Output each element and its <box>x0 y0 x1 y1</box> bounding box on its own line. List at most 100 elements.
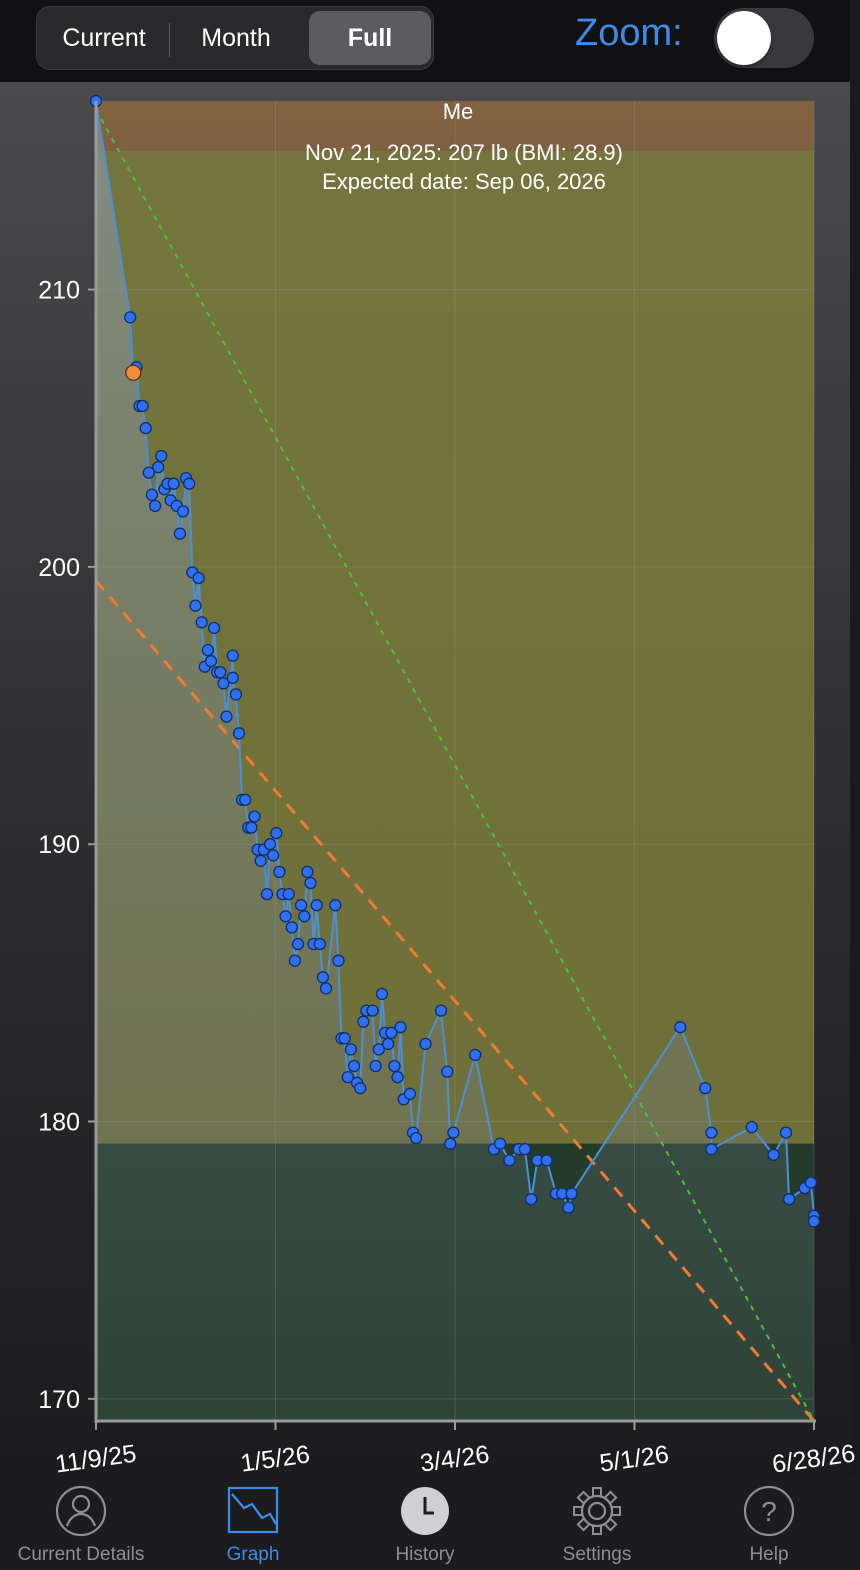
data-point <box>279 910 292 923</box>
data-point <box>273 865 286 879</box>
y-tick-label: 190 <box>38 831 80 859</box>
data-point <box>394 1021 407 1034</box>
data-point <box>207 621 221 635</box>
data-point <box>155 449 168 463</box>
data-point <box>304 876 317 890</box>
data-point <box>382 1037 395 1051</box>
tab-settings[interactable]: Settings <box>522 1476 672 1570</box>
y-tick-label: 200 <box>38 554 80 582</box>
data-point <box>139 422 152 435</box>
x-tick-label: 5/1/26 <box>598 1440 671 1476</box>
data-point <box>183 477 196 490</box>
data-point <box>288 954 302 967</box>
data-point <box>525 1193 538 1206</box>
data-point <box>338 1032 351 1045</box>
data-point <box>329 899 342 912</box>
y-tick-label: 210 <box>38 277 80 305</box>
data-point <box>357 1015 370 1028</box>
y-tick-label: 170 <box>38 1386 80 1414</box>
tab-label: Help <box>749 1544 789 1565</box>
data-point <box>347 1059 361 1073</box>
data-point <box>409 1131 423 1145</box>
data-point <box>332 954 345 967</box>
clock-icon <box>401 1487 449 1535</box>
data-point <box>503 1154 516 1167</box>
weight-chart[interactable]: Me Nov 21, 2025: 207 lb (BMI: 28.9) Expe… <box>0 0 860 1476</box>
chart-title: Me <box>443 99 474 124</box>
y-tick-labels: 170 180 190 200 210 <box>38 277 80 1414</box>
data-point <box>204 655 218 668</box>
data-point <box>239 793 252 806</box>
data-point <box>518 1143 532 1156</box>
tab-bar: Current Details Graph History Settings ?… <box>0 1476 860 1570</box>
data-point <box>254 854 267 867</box>
data-point <box>148 499 162 513</box>
x-tick-label: 1/5/26 <box>239 1440 312 1476</box>
data-point <box>434 1004 448 1017</box>
x-tick-labels: 11/9/25 1/5/26 3/4/26 5/1/26 6/28/26 <box>53 1439 857 1476</box>
data-point <box>220 710 233 723</box>
data-point <box>214 666 227 679</box>
data-point <box>167 477 180 490</box>
data-point <box>745 1120 758 1134</box>
data-point <box>232 727 246 740</box>
data-point <box>291 937 305 951</box>
gear-icon <box>573 1487 621 1535</box>
data-point <box>301 865 314 879</box>
data-point <box>388 1059 401 1073</box>
data-point <box>173 527 187 540</box>
tab-label: Current Details <box>17 1544 145 1565</box>
tab-history[interactable]: History <box>350 1476 500 1570</box>
data-point <box>705 1143 718 1156</box>
data-point <box>282 887 295 901</box>
data-point <box>192 571 205 585</box>
data-point <box>310 899 323 912</box>
data-point <box>403 1087 417 1100</box>
data-point <box>195 616 208 629</box>
annotation-line-1: Nov 21, 2025: 207 lb (BMI: 28.9) <box>305 140 623 165</box>
graph-icon <box>227 1486 279 1534</box>
data-point <box>267 849 280 862</box>
tab-current-details[interactable]: Current Details <box>0 1476 162 1570</box>
data-point <box>260 887 274 901</box>
data-point <box>782 1193 796 1206</box>
data-point <box>441 1065 454 1078</box>
data-point <box>124 311 137 324</box>
person-icon <box>55 1485 107 1537</box>
data-point <box>804 1176 818 1189</box>
tab-label: Graph <box>226 1544 280 1565</box>
data-point <box>245 821 258 834</box>
data-point <box>565 1187 578 1200</box>
help-icon: ? <box>743 1485 795 1537</box>
x-tick-label: 3/4/26 <box>418 1440 491 1476</box>
tab-graph[interactable]: Graph <box>178 1476 328 1570</box>
data-point <box>152 460 165 474</box>
data-point <box>189 599 202 612</box>
x-tick-label: 11/9/25 <box>53 1439 138 1476</box>
data-point <box>354 1082 367 1095</box>
data-point <box>285 921 298 934</box>
data-point <box>375 987 389 1001</box>
data-point <box>767 1148 780 1161</box>
y-tick-label: 180 <box>38 1109 80 1137</box>
highlighted-point <box>125 364 142 381</box>
data-point <box>248 810 261 823</box>
data-point <box>366 1004 379 1017</box>
data-point <box>705 1126 718 1139</box>
data-point <box>263 838 277 851</box>
data-point <box>316 971 330 984</box>
data-point <box>369 1059 382 1073</box>
tab-help[interactable]: ? Help <box>694 1476 844 1570</box>
data-point <box>294 899 308 912</box>
data-point <box>136 399 149 413</box>
tab-label: Settings <box>562 1544 632 1565</box>
data-point <box>298 910 311 923</box>
data-point <box>226 649 239 662</box>
x-tick-label: 6/28/26 <box>770 1439 857 1476</box>
data-point <box>313 937 326 951</box>
data-point <box>391 1070 404 1084</box>
data-point <box>344 1043 358 1056</box>
data-point <box>674 1021 687 1034</box>
data-point <box>444 1137 457 1150</box>
data-point <box>201 643 215 657</box>
